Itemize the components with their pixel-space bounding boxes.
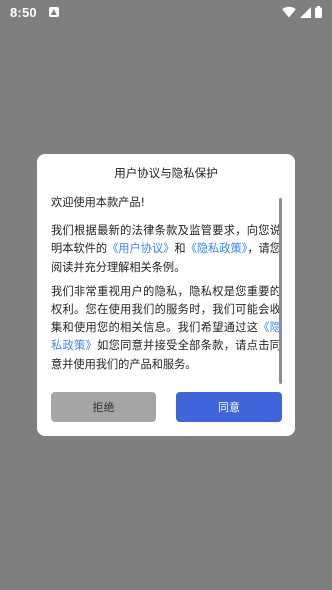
- intro-text-2: 和: [174, 242, 186, 256]
- signal-icon: [300, 6, 311, 18]
- user-agreement-link[interactable]: 《用户协议》: [107, 242, 174, 255]
- privacy-dialog: 用户协议与隐私保护 欢迎使用本款产品! 我们根据最新的法律条款及监管要求，向您说…: [37, 154, 295, 436]
- status-time: 8:50: [10, 4, 37, 20]
- reject-button[interactable]: 拒绝: [51, 392, 156, 422]
- status-bar: 8:50: [0, 0, 332, 24]
- battery-icon: [315, 6, 322, 18]
- privacy-text-1: 我们非常重视用户的隐私，隐私权是您重要的权利。您在使用我们的服务时，我们可能会收…: [51, 284, 281, 335]
- intro-paragraph: 我们根据最新的法律条款及监管要求，向您说明本软件的《用户协议》和《隐私政策》，请…: [51, 222, 281, 277]
- wifi-icon: [282, 6, 296, 18]
- privacy-paragraph: 我们非常重视用户的隐私，隐私权是您重要的权利。您在使用我们的服务时，我们可能会收…: [51, 283, 281, 374]
- status-icons: [282, 6, 322, 18]
- notification-a-icon: [48, 7, 59, 17]
- privacy-policy-link[interactable]: 《隐私政策》: [186, 242, 248, 255]
- dialog-title: 用户协议与隐私保护: [114, 166, 218, 180]
- content-scrollbar[interactable]: [279, 198, 282, 384]
- greeting-text: 欢迎使用本款产品!: [51, 196, 145, 209]
- agree-button[interactable]: 同意: [176, 392, 282, 422]
- dialog-content[interactable]: 欢迎使用本款产品! 我们根据最新的法律条款及监管要求，向您说明本软件的《用户协议…: [51, 194, 281, 384]
